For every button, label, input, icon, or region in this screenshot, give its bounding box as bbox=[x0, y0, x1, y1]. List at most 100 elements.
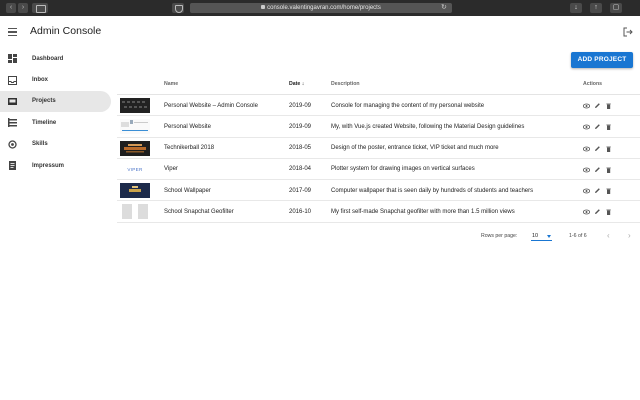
project-description: Design of the poster, entrance ticket, V… bbox=[331, 145, 499, 152]
sidebar: Dashboard Inbox Projects Timeline Skills bbox=[0, 48, 111, 176]
view-icon[interactable] bbox=[583, 146, 590, 152]
add-project-button[interactable]: ADD PROJECT bbox=[571, 52, 633, 68]
project-date: 2019-09 bbox=[289, 102, 312, 109]
previous-page-icon[interactable]: ‹ bbox=[607, 232, 613, 240]
project-thumbnail bbox=[120, 119, 150, 135]
next-page-icon[interactable]: › bbox=[628, 232, 634, 240]
project-thumbnail bbox=[120, 140, 150, 156]
project-name: Viper bbox=[164, 166, 178, 173]
sidebar-item-label: Dashboard bbox=[32, 55, 64, 62]
sidebar-item-label: Inbox bbox=[32, 77, 48, 84]
view-icon[interactable] bbox=[583, 103, 590, 109]
rows-per-page-value: 10 bbox=[532, 233, 539, 239]
project-date: 2018-04 bbox=[289, 166, 312, 173]
project-description: Computer wallpaper that is seen daily by… bbox=[331, 187, 534, 194]
edit-icon[interactable] bbox=[594, 188, 601, 194]
table-row[interactable]: Personal Website 2019-09 My, with Vue.js… bbox=[117, 116, 640, 138]
sidebar-item-label: Skills bbox=[32, 141, 48, 148]
back-button[interactable]: ‹ bbox=[6, 3, 16, 13]
column-header-name[interactable]: Name bbox=[164, 81, 178, 87]
tabs-icon[interactable]: ▢ bbox=[610, 3, 622, 13]
project-name: Personal Website bbox=[164, 123, 211, 130]
view-icon[interactable] bbox=[583, 124, 590, 130]
project-thumbnail bbox=[120, 183, 150, 199]
project-date: 2017-09 bbox=[289, 187, 312, 194]
projects-table: Name Date ↓ Description Actions Personal… bbox=[117, 73, 640, 223]
table-row[interactable]: Personal Website – Admin Console 2019-09… bbox=[117, 95, 640, 117]
rows-per-page-label: Rows per page: bbox=[481, 233, 518, 239]
sidebar-item-dashboard[interactable]: Dashboard bbox=[0, 48, 111, 69]
project-description: My, with Vue.js created Website, followi… bbox=[331, 123, 525, 130]
project-date: 2018-05 bbox=[289, 145, 312, 152]
download-icon[interactable]: ↓ bbox=[570, 3, 582, 13]
project-thumbnail bbox=[120, 204, 150, 220]
sidebar-item-timeline[interactable]: Timeline bbox=[0, 112, 111, 133]
row-actions bbox=[583, 145, 612, 152]
lock-icon bbox=[261, 5, 266, 9]
timeline-icon bbox=[8, 118, 17, 128]
project-name: Technikerball 2018 bbox=[164, 145, 215, 152]
dashboard-icon bbox=[8, 54, 17, 64]
sidebar-item-inbox[interactable]: Inbox bbox=[0, 69, 111, 90]
delete-icon[interactable] bbox=[605, 209, 612, 216]
sidebar-item-skills[interactable]: Skills bbox=[0, 134, 111, 155]
table-row[interactable]: Technikerball 2018 2018-05 Design of the… bbox=[117, 138, 640, 159]
view-icon[interactable] bbox=[583, 209, 590, 215]
project-description: Console for managing the content of my p… bbox=[331, 102, 485, 109]
browser-toolbar: ‹ › console.valentingavran.com/home/proj… bbox=[0, 0, 640, 16]
share-icon[interactable]: ↑ bbox=[590, 3, 602, 13]
rows-per-page-select[interactable]: 10 bbox=[531, 230, 552, 241]
projects-icon bbox=[8, 97, 17, 105]
project-description: My first self-made Snapchat geofilter wi… bbox=[331, 208, 515, 215]
url-text: console.valentingavran.com/home/projects bbox=[267, 5, 381, 11]
inbox-icon bbox=[8, 75, 17, 85]
reload-icon[interactable]: ↻ bbox=[441, 4, 449, 12]
viper-logo-text: VIPER bbox=[127, 166, 143, 172]
delete-icon[interactable] bbox=[605, 188, 612, 195]
impressum-icon bbox=[9, 161, 16, 171]
view-icon[interactable] bbox=[583, 188, 590, 194]
project-date: 2019-09 bbox=[289, 123, 312, 130]
delete-icon[interactable] bbox=[605, 167, 612, 173]
view-icon[interactable] bbox=[583, 167, 590, 173]
project-description: Plotter system for drawing images on ver… bbox=[331, 166, 475, 173]
table-row[interactable]: School Wallpaper 2017-09 Computer wallpa… bbox=[117, 180, 640, 202]
sidebar-item-impressum[interactable]: Impressum bbox=[0, 155, 111, 176]
dropdown-arrow-icon bbox=[547, 234, 551, 238]
table-row[interactable]: VIPER Viper 2018-04 Plotter system for d… bbox=[117, 159, 640, 181]
project-name: School Snapchat Geofilter bbox=[164, 208, 234, 215]
project-thumbnail bbox=[120, 98, 150, 113]
sidebar-item-projects[interactable]: Projects bbox=[0, 90, 111, 113]
delete-icon[interactable] bbox=[605, 124, 612, 131]
logout-icon[interactable] bbox=[623, 27, 633, 37]
delete-icon[interactable] bbox=[605, 146, 612, 152]
menu-icon[interactable] bbox=[8, 28, 17, 36]
address-bar[interactable]: console.valentingavran.com/home/projects bbox=[190, 3, 452, 13]
shield-icon[interactable] bbox=[172, 3, 184, 13]
project-name: Personal Website – Admin Console bbox=[164, 102, 258, 109]
table-header: Name Date ↓ Description Actions bbox=[117, 73, 640, 95]
sort-arrow-icon: ↓ bbox=[301, 81, 305, 87]
project-thumbnail: VIPER bbox=[120, 161, 150, 177]
sidebar-item-label: Projects bbox=[32, 98, 56, 105]
forward-button[interactable]: › bbox=[18, 3, 28, 13]
column-header-actions: Actions bbox=[583, 81, 603, 87]
column-header-date[interactable]: Date ↓ bbox=[289, 81, 304, 87]
project-date: 2016-10 bbox=[289, 208, 312, 215]
delete-icon[interactable] bbox=[605, 103, 612, 109]
row-actions bbox=[583, 209, 612, 216]
pagination-range: 1-6 of 6 bbox=[569, 233, 587, 239]
sidebar-toggle-icon[interactable] bbox=[32, 3, 48, 13]
edit-icon[interactable] bbox=[594, 145, 601, 152]
edit-icon[interactable] bbox=[594, 124, 601, 130]
app-title: Admin Console bbox=[30, 25, 102, 37]
table-row[interactable]: School Snapchat Geofilter 2016-10 My fir… bbox=[117, 201, 640, 223]
column-header-description[interactable]: Description bbox=[331, 81, 360, 87]
row-actions bbox=[583, 124, 612, 131]
edit-icon[interactable] bbox=[594, 167, 601, 173]
edit-icon[interactable] bbox=[594, 103, 601, 109]
edit-icon[interactable] bbox=[594, 209, 601, 215]
app-bar: Admin Console bbox=[0, 16, 640, 48]
row-actions bbox=[583, 167, 612, 173]
row-actions bbox=[583, 103, 612, 109]
